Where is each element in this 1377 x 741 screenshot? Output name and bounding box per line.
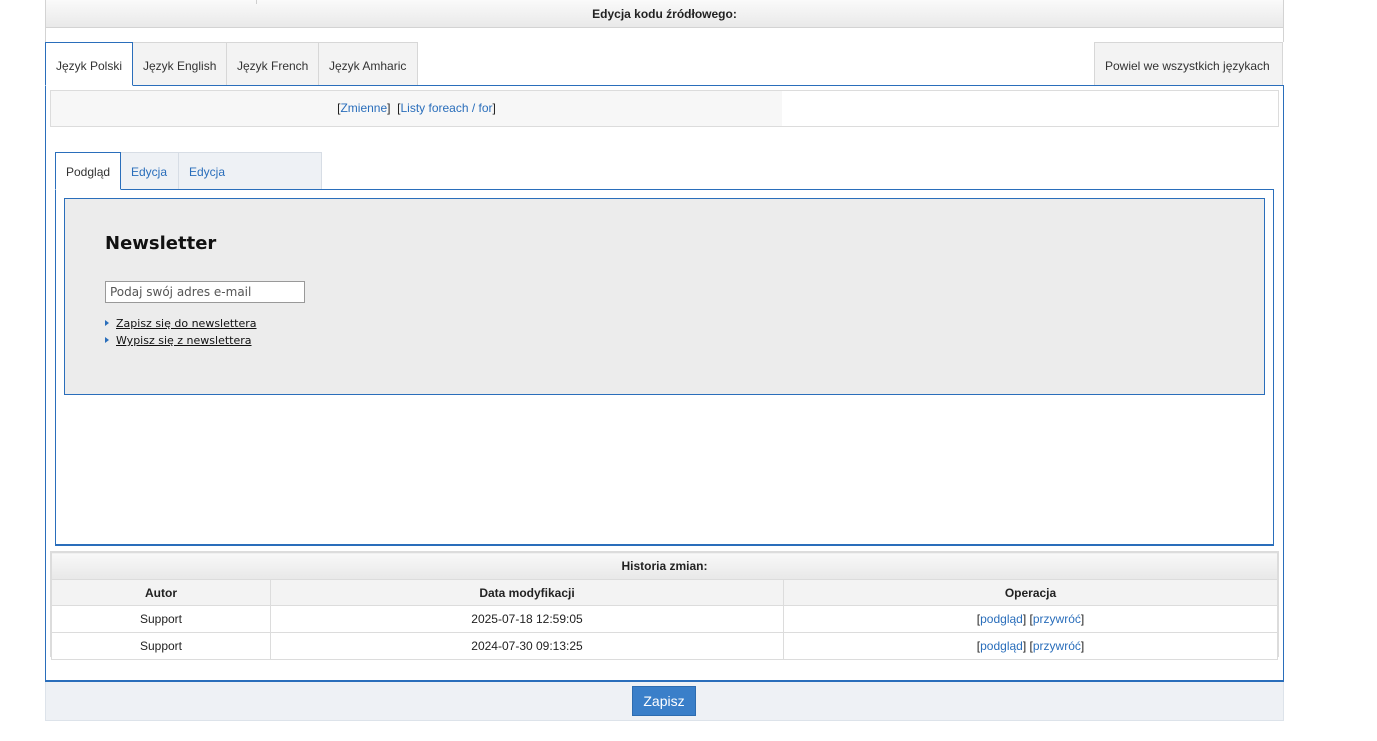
row-author: Support (51, 632, 271, 660)
tab-language-english[interactable]: Język English (132, 42, 227, 85)
tab-language-french[interactable]: Język French (226, 42, 319, 85)
bullet-arrow-icon (105, 320, 109, 326)
variables-links: [Zmienne] [Listy foreach / for] (51, 91, 783, 126)
tab-edit[interactable]: Edycja (120, 152, 179, 189)
row-operations: [podgląd] [przywróć] (783, 632, 1278, 660)
preview-version-link[interactable]: podgląd (980, 639, 1023, 653)
variables-bar: [Zmienne] [Listy foreach / for] (50, 90, 1279, 127)
row-date: 2024-07-30 09:13:25 (270, 632, 784, 660)
save-button[interactable]: Zapisz (632, 686, 696, 716)
header-spacer (45, 28, 1284, 42)
foreach-lists-link[interactable]: Listy foreach / for (400, 101, 492, 115)
bullet-arrow-icon (105, 337, 109, 343)
variables-bar-right (782, 91, 1278, 126)
row-author: Support (51, 605, 271, 633)
tab-language-polski[interactable]: Język Polski (45, 42, 133, 86)
preview-version-link[interactable]: podgląd (980, 612, 1023, 626)
column-operation: Operacja (783, 579, 1278, 606)
history-table: Historia zmian: Autor Data modyfikacji O… (50, 551, 1279, 660)
restore-version-link[interactable]: przywróć (1033, 612, 1081, 626)
history-title: Historia zmian: (51, 552, 1278, 580)
table-row: Support 2025-07-18 12:59:05 [podgląd] [p… (51, 605, 1278, 633)
subscribe-link[interactable]: Zapisz się do newslettera (116, 317, 257, 330)
column-modified-date: Data modyfikacji (270, 579, 784, 606)
column-author: Autor (51, 579, 271, 606)
variables-link[interactable]: Zmienne (340, 101, 387, 115)
source-edit-header: Edycja kodu źródłowego: (45, 0, 1284, 28)
source-edit-title: Edycja kodu źródłowego: (592, 7, 737, 21)
tab-language-amharic[interactable]: Język Amharic (318, 42, 418, 85)
bottom-bar: Zapisz (45, 682, 1284, 721)
tab-advanced-edit[interactable]: Edycja zaawansowana (178, 152, 322, 217)
language-tabs: Język Polski Język English Język French … (45, 42, 1284, 86)
unsubscribe-link[interactable]: Wypisz się z newslettera (116, 334, 252, 347)
email-field[interactable] (105, 281, 305, 303)
newsletter-title: Newsletter (105, 233, 217, 254)
newsletter-preview: Newsletter Zapisz się do newslettera Wyp… (64, 198, 1265, 395)
tab-preview[interactable]: Podgląd (55, 152, 121, 190)
unsubscribe-item: Wypisz się z newslettera (105, 334, 252, 347)
table-row: Support 2024-07-30 09:13:25 [podgląd] [p… (51, 632, 1278, 660)
row-date: 2025-07-18 12:59:05 (270, 605, 784, 633)
row-operations: [podgląd] [przywróć] (783, 605, 1278, 633)
restore-version-link[interactable]: przywróć (1033, 639, 1081, 653)
subscribe-item: Zapisz się do newslettera (105, 317, 257, 330)
duplicate-all-languages-button[interactable]: Powiel we wszystkich językach (1094, 42, 1283, 85)
